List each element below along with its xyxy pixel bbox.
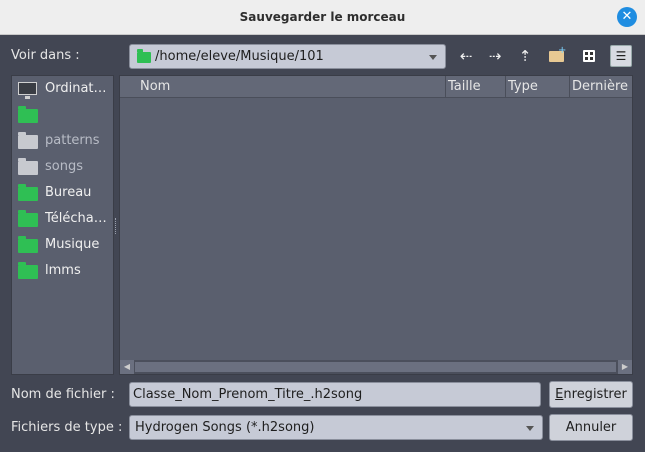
- filetype-value: Hydrogen Songs (*.h2song): [135, 420, 315, 435]
- filetype-label: Fichiers de type :: [11, 420, 123, 435]
- close-icon: ✕: [621, 9, 633, 24]
- close-button[interactable]: ✕: [617, 7, 637, 27]
- list-view-button[interactable]: ☰: [610, 45, 632, 67]
- detail-view-button[interactable]: [578, 45, 600, 67]
- back-button[interactable]: ⇠: [455, 45, 477, 67]
- column-header-type[interactable]: Type: [505, 76, 569, 97]
- file-list-header: Nom Taille Type Dernière: [120, 76, 632, 98]
- sidebar-item-bureau[interactable]: Bureau: [16, 182, 112, 204]
- chevron-down-icon: [526, 426, 534, 431]
- lookin-combo[interactable]: /home/eleve/Musique/101: [129, 44, 446, 69]
- folder-icon: [18, 262, 38, 279]
- column-header-modified[interactable]: Dernière: [569, 76, 632, 97]
- file-list[interactable]: Nom Taille Type Dernière ◀ ▶: [119, 75, 633, 375]
- folder-icon: [137, 49, 151, 63]
- filename-input[interactable]: Classe_Nom_Prenom_Titre_.h2song: [129, 382, 541, 407]
- sidebar-item-musique[interactable]: Musique: [16, 234, 112, 256]
- sidebar-item-label: Musique: [45, 237, 100, 252]
- scrollbar-thumb[interactable]: [135, 362, 616, 372]
- filename-label: Nom de fichier :: [11, 387, 115, 402]
- list-view-icon: ☰: [615, 49, 627, 63]
- column-header-size[interactable]: Taille: [445, 76, 505, 97]
- sidebar-item-label: songs: [45, 159, 83, 174]
- folder-icon: [18, 210, 38, 227]
- window-title: Sauvegarder le morceau: [239, 10, 406, 24]
- title-bar: Sauvegarder le morceau ✕: [0, 0, 645, 35]
- horizontal-scrollbar[interactable]: ◀ ▶: [120, 360, 632, 374]
- chevron-down-icon: [429, 55, 437, 60]
- save-label: nregistrer: [563, 387, 627, 402]
- folder-icon: [18, 132, 38, 149]
- sidebar-item-lmms[interactable]: lmms: [16, 260, 112, 282]
- save-dialog: Sauvegarder le morceau ✕ Voir dans : /ho…: [0, 0, 645, 452]
- sidebar-item-label: Bureau: [45, 185, 92, 200]
- computer-icon: [18, 82, 37, 99]
- sidebar-item-computer[interactable]: Ordinat…: [16, 78, 112, 100]
- new-folder-button[interactable]: +: [546, 45, 568, 67]
- lookin-path: /home/eleve/Musique/101: [155, 49, 324, 64]
- forward-icon: ⇢: [488, 47, 502, 65]
- up-icon: ⇡: [518, 47, 532, 65]
- sidebar-item-label: Ordinat…: [45, 81, 107, 96]
- folder-icon: [18, 184, 38, 201]
- lookin-label: Voir dans :: [11, 48, 80, 63]
- folder-icon: [18, 158, 38, 175]
- sidebar-item-label: lmms: [45, 263, 81, 278]
- sidebar-item-patterns[interactable]: patterns: [16, 130, 112, 152]
- back-icon: ⇠: [459, 47, 473, 65]
- cancel-button[interactable]: Annuler: [549, 414, 633, 441]
- save-button[interactable]: Enregistrer: [549, 381, 633, 408]
- sidebar-item-songs[interactable]: songs: [16, 156, 112, 178]
- places-sidebar: Ordinat… patterns songs Bureau Télécha… …: [11, 75, 114, 375]
- column-header-name[interactable]: Nom: [120, 76, 445, 97]
- filetype-combo[interactable]: Hydrogen Songs (*.h2song): [129, 415, 543, 440]
- scroll-right-icon[interactable]: ▶: [618, 360, 632, 374]
- sidebar-item-telechargements[interactable]: Télécha…: [16, 208, 112, 230]
- parent-dir-button[interactable]: ⇡: [514, 45, 536, 67]
- sidebar-item-label: patterns: [45, 133, 100, 148]
- sidebar-item-label: Télécha…: [45, 211, 107, 226]
- sidebar-item-folder[interactable]: [16, 104, 112, 126]
- forward-button[interactable]: ⇢: [484, 45, 506, 67]
- folder-icon: [18, 236, 38, 253]
- folder-icon: [18, 106, 38, 123]
- scroll-left-icon[interactable]: ◀: [120, 360, 134, 374]
